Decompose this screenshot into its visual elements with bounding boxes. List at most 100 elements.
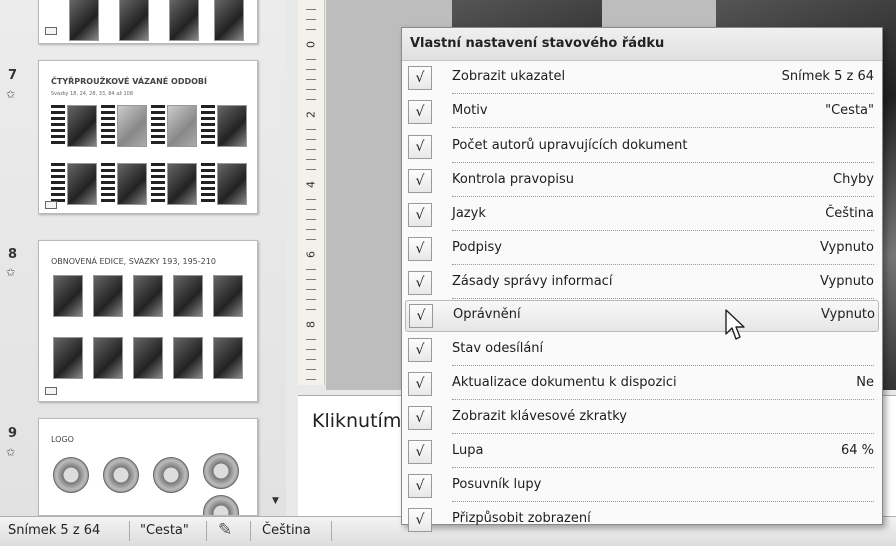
book-cover [167, 163, 197, 205]
menu-item-language[interactable]: √ Jazyk Čeština [402, 198, 880, 231]
scroll-down-arrow-icon[interactable]: ▼ [272, 496, 279, 506]
menu-item-theme[interactable]: √ Motiv "Cesta" [402, 95, 880, 128]
menu-item-keyboard-shortcuts[interactable]: √ Zobrazit klávesové zkratky [402, 401, 880, 434]
menu-item-value: Vypnuto [819, 274, 874, 289]
menu-item-label: Podpisy [452, 240, 502, 255]
book-cover [67, 163, 97, 205]
menu-item-label: Počet autorů upravujících dokument [452, 138, 688, 153]
menu-item-doc-updates[interactable]: √ Aktualizace dokumentu k dispozici Ne [402, 367, 880, 400]
status-language[interactable]: Čeština [262, 523, 311, 538]
book-cover [53, 275, 83, 317]
slide-thumbnail-6[interactable] [38, 0, 258, 44]
book-cover [67, 105, 97, 147]
book-cover [214, 0, 244, 41]
checkmark-icon: √ [408, 474, 432, 498]
status-slide-indicator[interactable]: Snímek 5 z 64 [8, 523, 100, 538]
status-separator [206, 521, 207, 541]
ruler-number: 4 [304, 177, 318, 192]
animation-star-icon: ✩ [6, 446, 16, 459]
ruler-number: 6 [304, 247, 318, 262]
animation-star-icon: ✩ [6, 88, 16, 101]
status-theme[interactable]: "Cesta" [140, 523, 189, 538]
book-cover [167, 105, 197, 147]
book-spine [101, 163, 115, 203]
menu-separator [452, 230, 874, 231]
book-spine [151, 105, 165, 145]
menu-item-label: Stav odesílání [452, 341, 544, 356]
logo-seal [203, 495, 239, 515]
slide-icon [45, 201, 57, 209]
menu-separator [452, 127, 874, 128]
checkmark-icon: √ [408, 135, 432, 159]
logo-seal [103, 457, 139, 493]
checkmark-icon: √ [409, 304, 433, 328]
menu-item-fit-view[interactable]: √ Přizpůsobit zobrazení [402, 503, 880, 536]
book-cover [173, 275, 203, 317]
menu-item-info-policy[interactable]: √ Zásady správy informací Vypnuto [402, 266, 880, 299]
book-cover [217, 163, 247, 205]
book-cover [53, 337, 83, 379]
slide-thumbnail-9[interactable]: LOGO [38, 418, 258, 516]
slide-icon [45, 27, 57, 35]
menu-item-label: Zobrazit klávesové zkratky [452, 409, 627, 424]
slide-title: ČTYŘPROUŽKOVÉ VÁZANÉ ODDOBÍ [51, 77, 208, 86]
checkmark-icon: √ [408, 66, 432, 90]
notes-placeholder: Kliknutím [312, 410, 402, 432]
book-cover [93, 275, 123, 317]
status-separator [331, 521, 332, 541]
animation-star-icon: ✩ [6, 266, 16, 279]
menu-item-author-count[interactable]: √ Počet autorů upravujících dokument [402, 130, 880, 163]
ruler-number: 2 [304, 107, 318, 122]
menu-item-label: Motiv [452, 103, 488, 118]
checkmark-icon: √ [408, 508, 432, 532]
slide-title: OBNOVENÁ EDICE, SVAZKY 193, 195-210 [51, 257, 216, 266]
checkmark-icon: √ [408, 440, 432, 464]
menu-item-show-indicator[interactable]: √ Zobrazit ukazatel Snímek 5 z 64 [402, 61, 880, 94]
spell-check-icon[interactable]: ✎ [218, 520, 232, 540]
menu-item-label: Zobrazit ukazatel [452, 69, 566, 84]
menu-item-value: Ne [856, 375, 874, 390]
menu-item-permissions[interactable]: √ Oprávnění Vypnuto [405, 300, 879, 332]
book-spine [201, 105, 215, 145]
book-cover [133, 275, 163, 317]
checkmark-icon: √ [408, 169, 432, 193]
menu-separator [452, 264, 874, 265]
menu-item-zoom-slider[interactable]: √ Posuvník lupy [402, 469, 880, 502]
menu-item-upload-status[interactable]: √ Stav odesílání [402, 333, 880, 366]
menu-separator [452, 399, 874, 400]
menu-title: Vlastní nastavení stavového řádku [410, 36, 665, 51]
checkmark-icon: √ [408, 338, 432, 362]
menu-item-zoom[interactable]: √ Lupa 64 % [402, 435, 880, 468]
menu-item-value: Vypnuto [819, 240, 874, 255]
slide-number: 8 [8, 247, 18, 262]
logo-seal [153, 457, 189, 493]
slide-icon [45, 387, 57, 395]
menu-item-label: Přizpůsobit zobrazení [452, 511, 591, 526]
slide-thumbnail-8[interactable]: OBNOVENÁ EDICE, SVAZKY 193, 195-210 [38, 240, 258, 402]
book-cover [117, 105, 147, 147]
menu-separator [452, 433, 874, 434]
book-cover [133, 337, 163, 379]
book-spine [101, 105, 115, 145]
slide-thumbnail-7[interactable]: ČTYŘPROUŽKOVÉ VÁZANÉ ODDOBÍ Svazky 18, 2… [38, 60, 258, 214]
menu-item-label: Oprávnění [453, 307, 521, 322]
checkmark-icon: √ [408, 203, 432, 227]
book-cover [169, 0, 199, 41]
menu-separator [452, 298, 874, 299]
menu-item-signatures[interactable]: √ Podpisy Vypnuto [402, 232, 880, 265]
menu-item-label: Posuvník lupy [452, 477, 542, 492]
slide-subtitle: Svazky 18, 24, 28, 33, 84 až 108 [51, 91, 134, 97]
menu-item-value: Snímek 5 z 64 [781, 69, 874, 84]
menu-item-label: Kontrola pravopisu [452, 172, 574, 187]
menu-separator [452, 501, 874, 502]
ruler-number: 0 [304, 37, 318, 52]
menu-item-spell-check[interactable]: √ Kontrola pravopisu Chyby [402, 164, 880, 197]
menu-item-value: Chyby [833, 172, 874, 187]
book-cover [69, 0, 99, 41]
menu-item-value: Čeština [825, 206, 874, 221]
book-cover [119, 0, 149, 41]
book-cover [217, 105, 247, 147]
menu-header: Vlastní nastavení stavového řádku [402, 28, 882, 61]
menu-item-value: 64 % [840, 443, 874, 458]
slide-thumbnails-pane[interactable]: 7 ✩ ČTYŘPROUŽKOVÉ VÁZANÉ ODDOBÍ Svazky 1… [0, 0, 286, 516]
